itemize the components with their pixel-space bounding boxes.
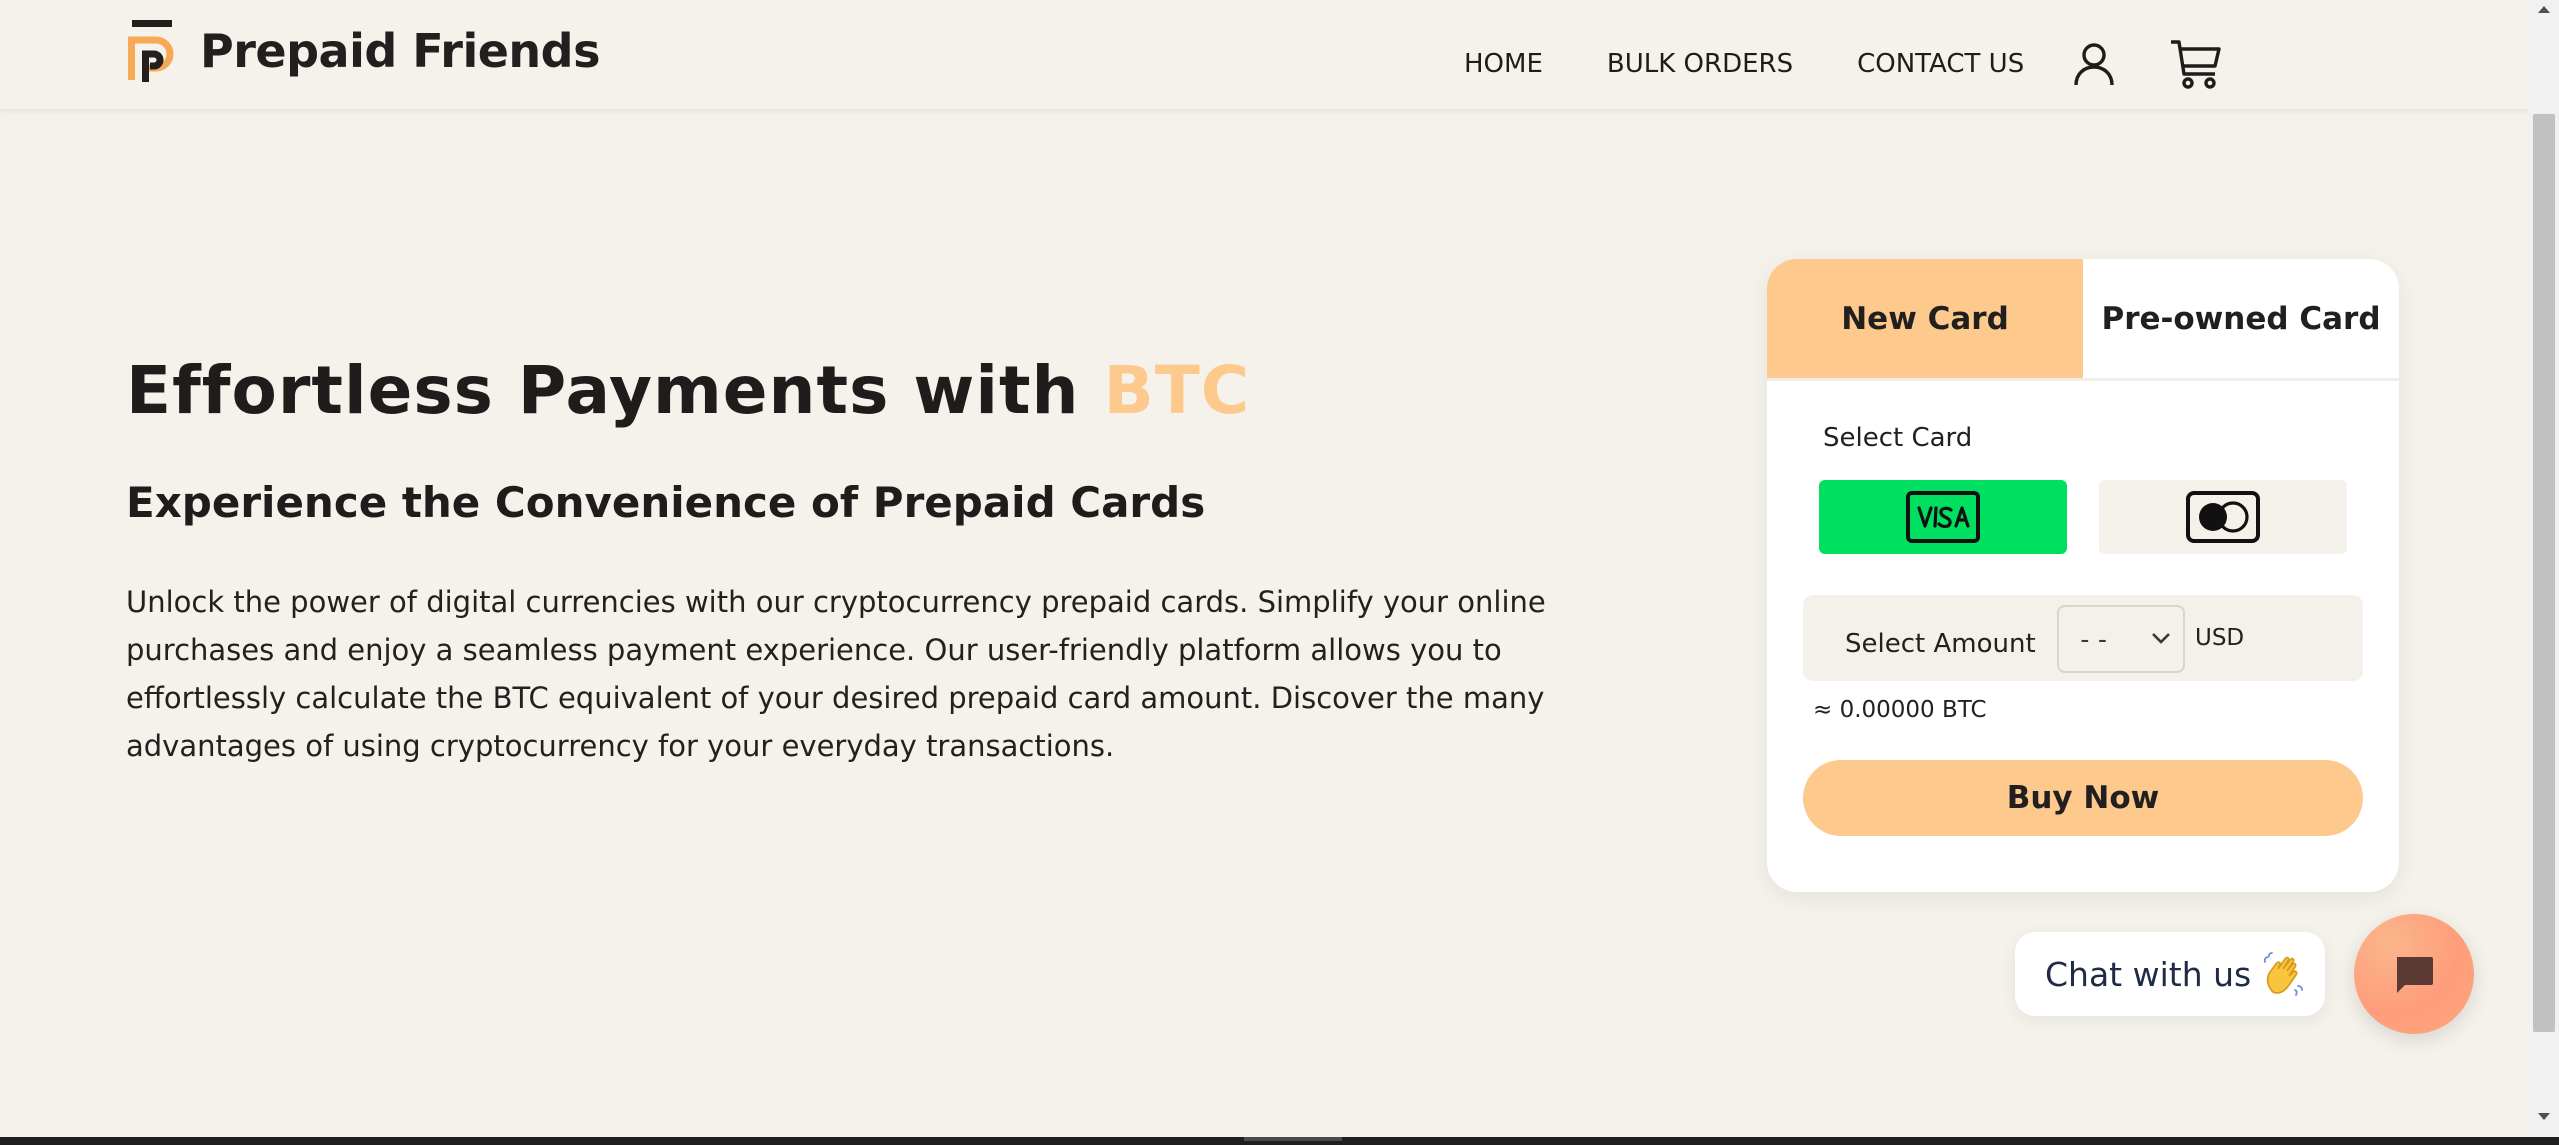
bottom-edge-bar [0,1137,2559,1145]
chat-launcher-button[interactable] [2354,914,2474,1034]
tab-pre-owned-card[interactable]: Pre-owned Card [2083,259,2399,378]
select-amount-label: Select Amount [1845,629,2036,659]
btc-estimate: ≈ 0.00000 BTC [1813,697,1987,723]
user-icon[interactable] [2070,40,2118,88]
mastercard-card-icon [2186,491,2260,543]
hero-title-prefix: Effortless Payments with [126,352,1104,429]
scroll-up-arrow-icon[interactable] [2537,4,2551,14]
site-header: Prepaid Friends HOME BULK ORDERS CONTACT… [0,0,2529,110]
nav-contact-us-link[interactable]: CONTACT US [1857,49,2024,79]
pf-logo-icon [128,20,174,82]
cart-icon[interactable] [2168,36,2224,92]
chat-icon [2397,957,2433,993]
currency-label: USD [2195,625,2245,651]
main-nav: HOME BULK ORDERS CONTACT US [1464,36,2224,92]
brand-logo[interactable]: Prepaid Friends [126,18,600,84]
mastercard-card-button[interactable] [2099,480,2347,554]
tab-new-card[interactable]: New Card [1767,259,2083,378]
visa-card-icon [1906,491,1980,543]
hero-description: Unlock the power of digital currencies w… [126,585,1546,763]
amount-dropdown-value: -- [2077,625,2113,655]
waving-hand-icon [2264,952,2304,996]
scrollbar-thumb[interactable] [2533,114,2555,1032]
vertical-scrollbar[interactable] [2529,0,2559,1138]
hero-subtitle: Experience the Convenience of Prepaid Ca… [126,478,1206,527]
brand-name: Prepaid Friends [200,24,600,78]
chat-prompt-label: Chat with us [2045,954,2252,994]
amount-dropdown[interactable]: -- [2057,605,2185,673]
hero-title: Effortless Payments with BTC [126,352,1250,429]
purchase-card: New Card Pre-owned Card Select Card Sele… [1767,259,2399,892]
buy-now-button[interactable]: Buy Now [1803,760,2363,836]
nav-home-link[interactable]: HOME [1464,49,1543,79]
chat-prompt-bubble[interactable]: Chat with us [2015,932,2325,1016]
scroll-down-arrow-icon[interactable] [2537,1112,2551,1122]
chevron-down-icon [2152,633,2170,644]
nav-bulk-orders-link[interactable]: BULK ORDERS [1607,49,1793,79]
select-card-label: Select Card [1823,423,1973,453]
card-type-tabs: New Card Pre-owned Card [1767,259,2399,381]
hero-title-accent: BTC [1103,352,1251,429]
visa-card-button[interactable] [1819,480,2067,554]
horizontal-scroll-thumb[interactable] [1244,1137,1342,1141]
amount-selector: Select Amount -- USD [1803,595,2363,681]
